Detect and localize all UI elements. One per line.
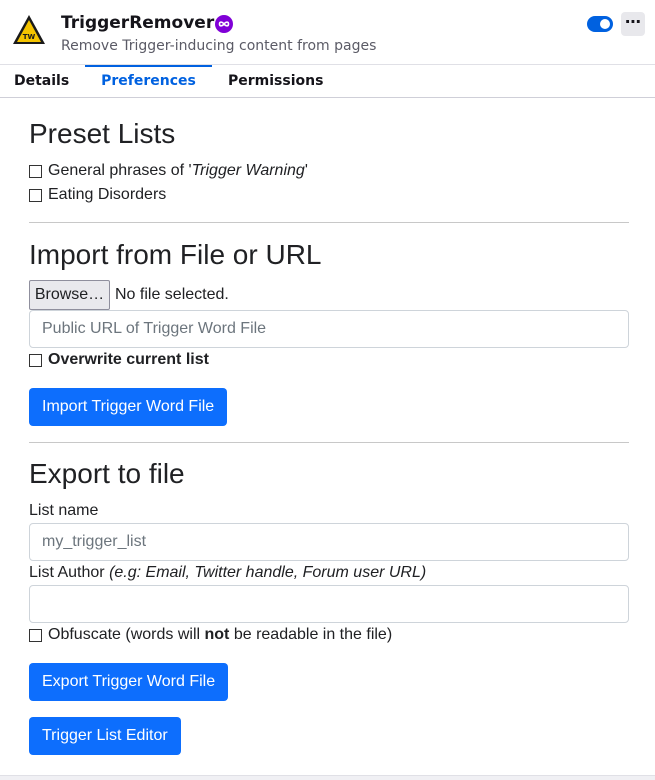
tab-details[interactable]: Details bbox=[14, 65, 69, 98]
toggle-knob bbox=[600, 19, 610, 29]
list-author-hint: (e.g: Email, Twitter handle, Forum user … bbox=[109, 564, 427, 581]
export-button[interactable]: Export Trigger Word File bbox=[29, 663, 229, 701]
overwrite-checkbox[interactable] bbox=[29, 353, 42, 367]
enable-toggle[interactable] bbox=[587, 16, 613, 32]
general-phrases-option[interactable]: General phrases of 'Trigger Warning' bbox=[29, 162, 308, 180]
preset-lists-heading: Preset Lists bbox=[29, 118, 176, 149]
obfuscate-label: Obfuscate (words will not be readable in… bbox=[48, 626, 393, 643]
tab-preferences[interactable]: Preferences bbox=[85, 65, 212, 98]
list-name-label: List name bbox=[29, 502, 99, 519]
section-divider bbox=[29, 442, 629, 443]
overwrite-option[interactable]: Overwrite current list bbox=[29, 351, 209, 369]
recommended-badge-icon bbox=[215, 15, 233, 33]
export-heading: Export to file bbox=[29, 458, 185, 489]
eating-disorders-option[interactable]: Eating Disorders bbox=[29, 186, 166, 204]
obfuscate-option[interactable]: Obfuscate (words will not be readable in… bbox=[29, 626, 392, 644]
obfuscate-checkbox[interactable] bbox=[29, 628, 42, 642]
general-phrases-label: General phrases of 'Trigger Warning' bbox=[48, 162, 308, 179]
warning-triangle-logo: TW bbox=[13, 15, 45, 44]
extension-header: TW TriggerRemover Remove Trigger-inducin… bbox=[0, 0, 655, 64]
import-button[interactable]: Import Trigger Word File bbox=[29, 388, 228, 426]
section-divider bbox=[29, 222, 629, 223]
list-name-input[interactable] bbox=[29, 523, 629, 561]
trigger-list-editor-button[interactable]: Trigger List Editor bbox=[29, 717, 181, 755]
no-file-label: No file selected. bbox=[115, 286, 229, 303]
tab-bar: Details Preferences Permissions bbox=[0, 64, 655, 98]
url-input[interactable] bbox=[29, 310, 629, 348]
more-options-button[interactable]: ⋯ bbox=[621, 12, 645, 36]
extension-title: TriggerRemover bbox=[61, 13, 215, 33]
browse-button[interactable]: Browse… bbox=[29, 280, 110, 310]
list-author-input[interactable] bbox=[29, 585, 629, 623]
eating-disorders-checkbox[interactable] bbox=[29, 188, 42, 202]
eating-disorders-label: Eating Disorders bbox=[48, 186, 167, 203]
general-phrases-checkbox[interactable] bbox=[29, 164, 42, 178]
bottom-divider bbox=[0, 775, 655, 780]
tab-permissions[interactable]: Permissions bbox=[228, 65, 323, 98]
list-author-label: List Author (e.g: Email, Twitter handle,… bbox=[29, 564, 427, 581]
overwrite-label: Overwrite current list bbox=[48, 351, 209, 368]
import-heading: Import from File or URL bbox=[29, 239, 322, 270]
extension-subtitle: Remove Trigger-inducing content from pag… bbox=[61, 38, 377, 54]
logo-text: TW bbox=[23, 33, 36, 41]
